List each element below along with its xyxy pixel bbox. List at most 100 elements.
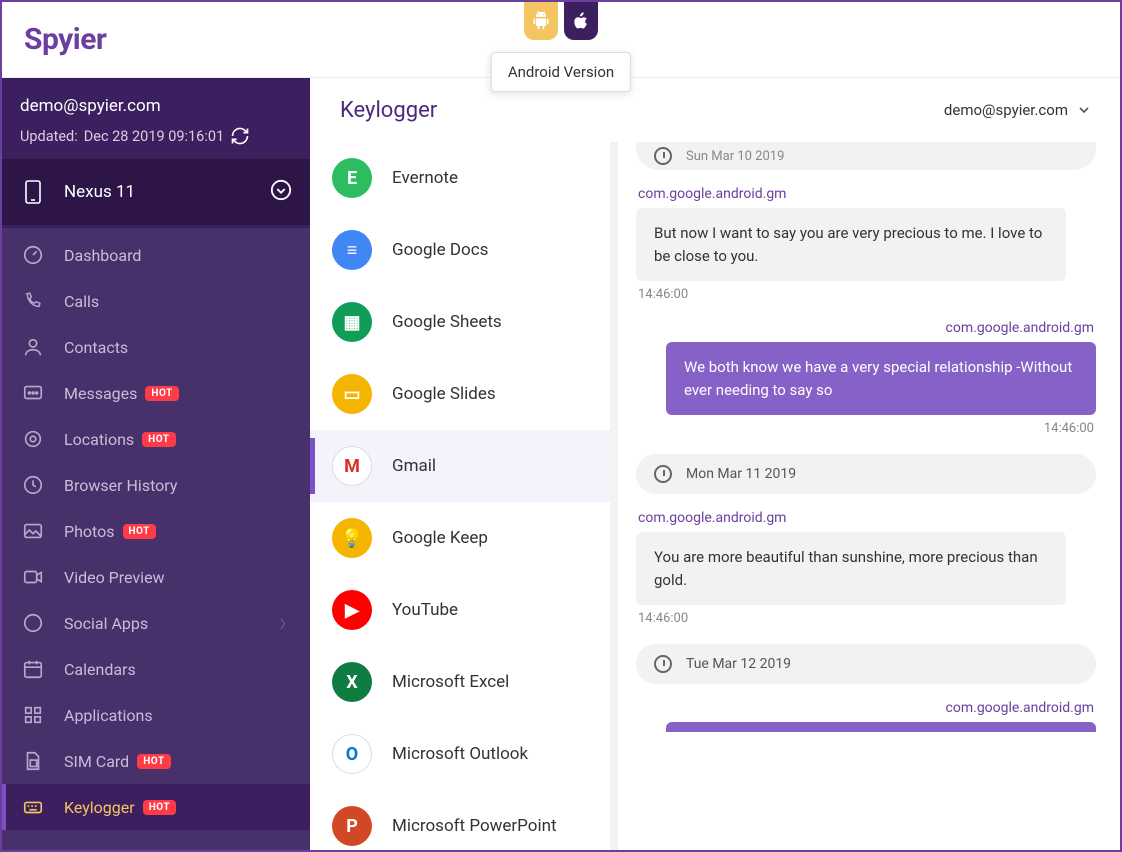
platform-tabs (524, 2, 598, 40)
app-label: Microsoft Excel (392, 672, 509, 692)
chevron-right-icon: 〉 (280, 615, 292, 632)
hot-badge: HOT (145, 386, 178, 401)
sidebar-item-video-preview[interactable]: Video Preview (2, 554, 310, 600)
message-bubble: You are more beautiful than sunshine, mo… (636, 532, 1066, 605)
app-label: YouTube (392, 600, 458, 620)
app-list: EEvernote ≡ Google Docs ▦Google Sheets▭Goog… (310, 142, 610, 850)
menu-icon (20, 428, 46, 450)
app-icon: ≡ (332, 230, 372, 270)
app-label: Google Sheets (392, 312, 502, 332)
app-label: Google Slides (392, 384, 496, 404)
package-label: com.google.android.gm (638, 700, 1094, 716)
device-icon (20, 179, 46, 205)
menu-label: KeyloggerHOT (64, 798, 292, 817)
date-pill: Tue Mar 12 2019 (636, 644, 1096, 684)
menu-icon (20, 520, 46, 542)
sidebar-item-photos[interactable]: PhotosHOT (2, 508, 310, 554)
updated-prefix: Updated: (20, 128, 78, 145)
updated-value: Dec 28 2019 09:16:01 (84, 128, 224, 145)
clock-icon (654, 655, 672, 673)
app-icon: 💡 (332, 518, 372, 558)
page-title: Keylogger (340, 98, 437, 123)
app-icon: M (332, 446, 372, 486)
hot-badge: HOT (143, 800, 176, 815)
menu-label: MessagesHOT (64, 384, 292, 403)
user-dropdown[interactable]: demo@spyier.com (944, 101, 1092, 119)
app-icon: ▶ (332, 590, 372, 630)
apple-icon (571, 11, 591, 31)
hot-badge: HOT (142, 432, 175, 447)
app-item-evernote[interactable]: EEvernote (310, 142, 610, 214)
sidebar-item-contacts[interactable]: Contacts (2, 324, 310, 370)
clock-icon (654, 147, 672, 165)
menu-icon (20, 290, 46, 312)
sidebar-item-applications[interactable]: Applications (2, 692, 310, 738)
updated-row: Updated: Dec 28 2019 09:16:01 (20, 126, 292, 146)
menu-icon (20, 474, 46, 496)
android-icon (531, 11, 551, 31)
menu-label: Calendars (64, 660, 292, 679)
date-pill: Mon Mar 11 2019 (636, 454, 1096, 494)
app-list-column: EEvernote ≡ Google Docs ▦Google Sheets▭Goog… (310, 142, 610, 850)
menu-label: Dashboard (64, 246, 292, 265)
package-label: com.google.android.gm (638, 510, 1096, 526)
menu-label: PhotosHOT (64, 522, 292, 541)
sidebar: demo@spyier.com Updated: Dec 28 2019 09:… (2, 78, 310, 850)
menu-label: Applications (64, 706, 292, 725)
time-label: 14:46:00 (638, 611, 1096, 626)
main-header: Keylogger demo@spyier.com (310, 78, 1120, 142)
device-name: Nexus 11 (64, 182, 270, 202)
app-item-microsoft-excel[interactable]: X Microsoft Excel (310, 646, 610, 718)
package-label: com.google.android.gm (638, 320, 1094, 336)
app-label: Gmail (392, 456, 436, 476)
refresh-icon[interactable] (230, 126, 250, 146)
package-label: com.google.android.gm (638, 186, 1096, 202)
clock-icon (654, 465, 672, 483)
sidebar-item-locations[interactable]: LocationsHOT (2, 416, 310, 462)
time-label: 14:46:00 (638, 287, 1096, 302)
sidebar-account: demo@spyier.com Updated: Dec 28 2019 09:… (2, 78, 310, 158)
date-text: Tue Mar 12 2019 (686, 656, 791, 672)
sidebar-item-sim-card[interactable]: SIM CardHOT (2, 738, 310, 784)
hot-badge: HOT (123, 524, 156, 539)
menu-icon (20, 750, 46, 772)
app-item-google-keep[interactable]: 💡Google Keep (310, 502, 610, 574)
sidebar-menu: Dashboard Calls Contacts MessagesHOT Locatio… (2, 226, 310, 830)
platform-tooltip: Android Version (491, 52, 631, 92)
app-label: Google Docs (392, 240, 488, 260)
device-selector[interactable]: Nexus 11 (2, 158, 310, 226)
message-bubble: But now I want to say you are very preci… (636, 208, 1066, 281)
app-item-gmail[interactable]: M Gmail (310, 430, 610, 502)
sidebar-item-dashboard[interactable]: Dashboard (2, 232, 310, 278)
menu-label: Video Preview (64, 568, 292, 587)
app-item-microsoft-powerpoint[interactable]: P Microsoft PowerPoint (310, 790, 610, 850)
app-item-google-sheets[interactable]: ▦Google Sheets (310, 286, 610, 358)
app-item-microsoft-outlook[interactable]: OMicrosoft Outlook (310, 718, 610, 790)
app-item-google-docs[interactable]: ≡ Google Docs (310, 214, 610, 286)
app-item-google-slides[interactable]: ▭Google Slides (310, 358, 610, 430)
account-email: demo@spyier.com (20, 96, 292, 116)
menu-label: Social Apps (64, 614, 280, 633)
sidebar-item-calls[interactable]: Calls (2, 278, 310, 324)
menu-icon (20, 704, 46, 726)
main-area: Keylogger demo@spyier.com EEvernote ≡ Goog… (310, 78, 1120, 850)
menu-label: Contacts (64, 338, 292, 357)
sidebar-item-keylogger[interactable]: KeyloggerHOT (2, 784, 310, 830)
app-icon: O (332, 734, 372, 774)
app-label: Microsoft PowerPoint (392, 816, 557, 836)
sidebar-item-calendars[interactable]: Calendars (2, 646, 310, 692)
app-icon: P (332, 806, 372, 846)
apple-tab[interactable] (564, 2, 598, 40)
sidebar-item-messages[interactable]: MessagesHOT (2, 370, 310, 416)
menu-icon (20, 336, 46, 358)
sidebar-item-browser-history[interactable]: Browser History (2, 462, 310, 508)
android-tab[interactable] (524, 2, 558, 40)
user-email: demo@spyier.com (944, 101, 1068, 119)
menu-label: Calls (64, 292, 292, 311)
brand-logo: Spyier (24, 22, 106, 57)
app-item-youtube[interactable]: ▶ YouTube (310, 574, 610, 646)
sidebar-item-social-apps[interactable]: Social Apps〉 (2, 600, 310, 646)
log-scroll: Sun Mar 10 2019com.google.android.gmBut … (618, 142, 1120, 850)
menu-icon (20, 612, 46, 634)
app-icon: X (332, 662, 372, 702)
